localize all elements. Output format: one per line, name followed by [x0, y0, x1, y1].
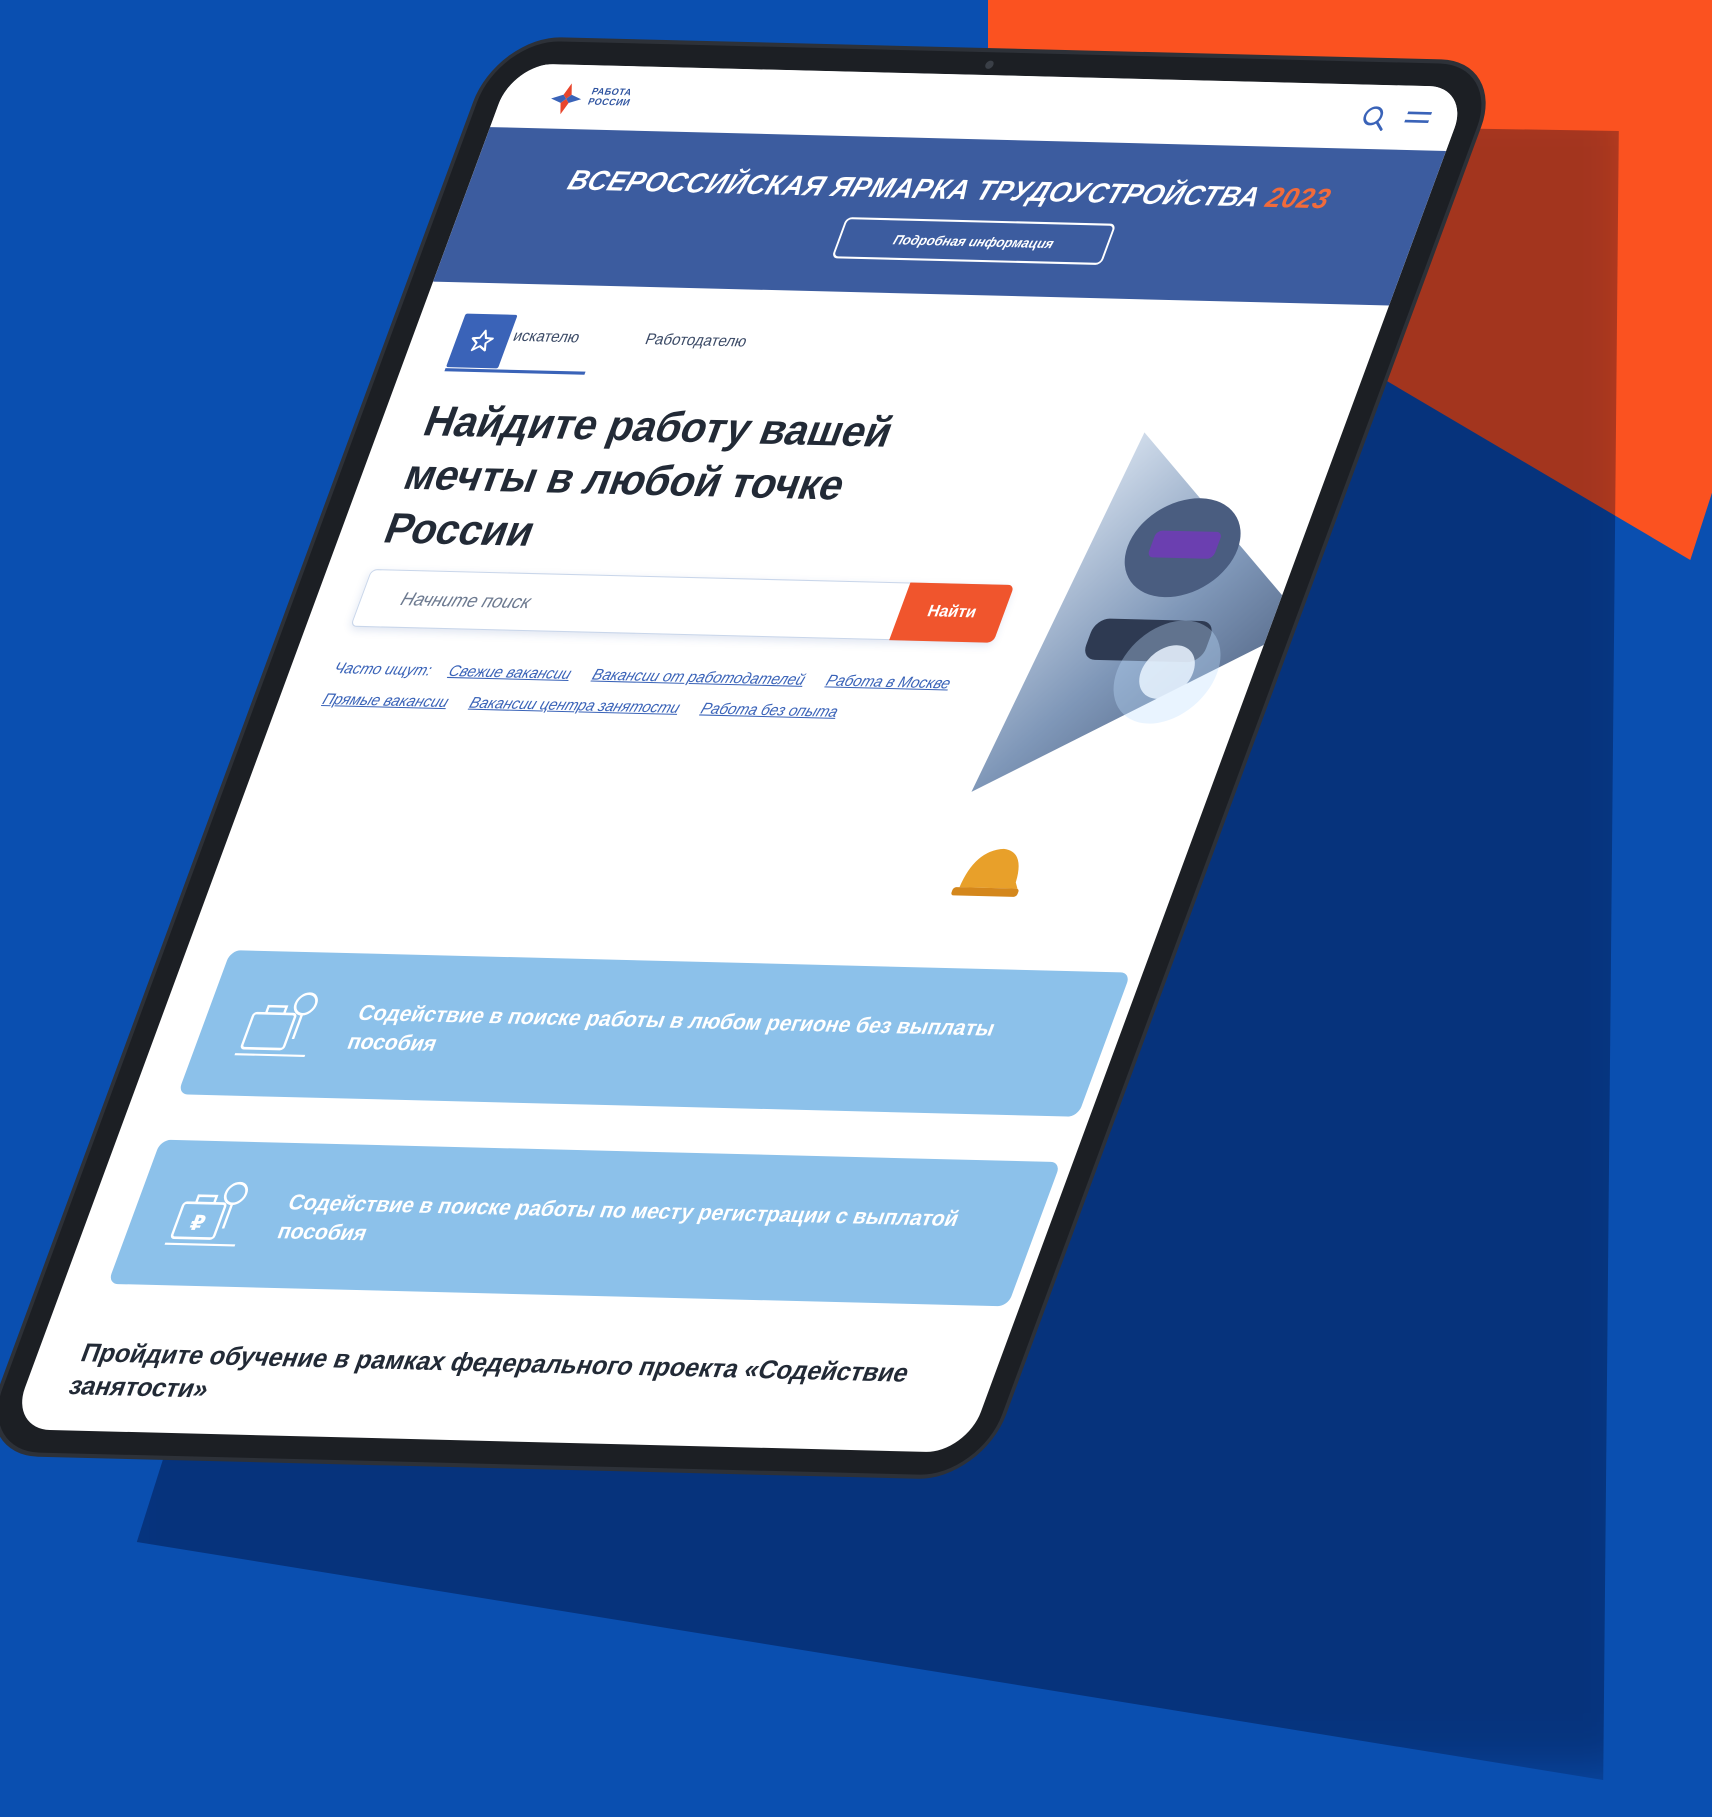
find-button[interactable]: Найти	[889, 582, 1015, 643]
welder-image	[971, 432, 1307, 792]
link-employment-center-vacancies[interactable]: Вакансии центра занятости	[467, 694, 683, 717]
briefcase-search-icon	[234, 992, 318, 1057]
tab-active-underline	[444, 368, 586, 375]
service-card-text: Содействие в поиске работы по месту реги…	[274, 1190, 963, 1246]
logo-text: РАБОТА РОССИИ	[586, 86, 635, 108]
often-searched: Часто ищут: Свежие вакансии Вакансии от …	[317, 653, 980, 731]
hero-title: Найдите работу вашей мечты в любой точке…	[377, 397, 901, 556]
hard-hat-image	[951, 848, 1019, 897]
tablet-screen: РАБОТА РОССИИ ВСЕРОССИЙСКАЯ ЯРМАРКА ТРУД…	[9, 63, 1470, 1453]
star-icon	[470, 329, 494, 352]
link-direct-vacancies[interactable]: Прямые вакансии	[320, 691, 451, 712]
training-title: Пройдите обучение в рамках федерального …	[64, 1338, 914, 1404]
tablet-bezel: РАБОТА РОССИИ ВСЕРОССИЙСКАЯ ЯРМАРКА ТРУД…	[0, 40, 1500, 1477]
briefcase-ruble-icon: ₽	[164, 1181, 248, 1247]
link-fresh-vacancies[interactable]: Свежие вакансии	[446, 663, 574, 684]
svg-text:₽: ₽	[186, 1211, 209, 1235]
service-card-with-benefit[interactable]: ₽ Содействие в поиске работы по месту ре…	[107, 1139, 1061, 1307]
tablet-device: РАБОТА РОССИИ ВСЕРОССИЙСКАЯ ЯРМАРКА ТРУД…	[0, 0, 1712, 1817]
banner-title: ВСЕРОССИЙСКАЯ ЯРМАРКА ТРУДОУСТРОЙСТВА 20…	[465, 162, 1433, 218]
link-no-experience[interactable]: Работа без опыта	[698, 700, 840, 721]
search-icon[interactable]	[1357, 104, 1393, 131]
search-box: Найти	[350, 569, 1015, 643]
link-employer-vacancies[interactable]: Вакансии от работодателей	[590, 666, 808, 689]
tab-employer[interactable]: Работодателю	[643, 331, 750, 351]
search-input[interactable]	[351, 570, 913, 640]
banner-title-text: ВСЕРОССИЙСКАЯ ЯРМАРКА ТРУДОУСТРОЙСТВА	[563, 164, 1266, 213]
more-info-button[interactable]: Подробная информация	[831, 217, 1117, 266]
tab-seeker-icon-box[interactable]	[445, 313, 518, 369]
rabota-rossii-logo-icon[interactable]	[543, 81, 590, 117]
tab-seeker[interactable]: искателю	[511, 327, 583, 346]
hamburger-icon[interactable]	[1402, 107, 1434, 128]
service-card-no-benefit[interactable]: Содействие в поиске работы в любом регио…	[177, 950, 1131, 1117]
often-searched-label: Часто ищут:	[331, 659, 435, 680]
link-moscow-jobs[interactable]: Работа в Москве	[823, 672, 953, 693]
banner-year: 2023	[1261, 181, 1336, 215]
service-card-text: Содействие в поиске работы в любом регио…	[343, 1001, 999, 1056]
fair-banner: ВСЕРОССИЙСКАЯ ЯРМАРКА ТРУДОУСТРОЙСТВА 20…	[433, 127, 1447, 306]
logo-line-2: РОССИИ	[586, 96, 633, 108]
camera-dot	[983, 60, 995, 69]
